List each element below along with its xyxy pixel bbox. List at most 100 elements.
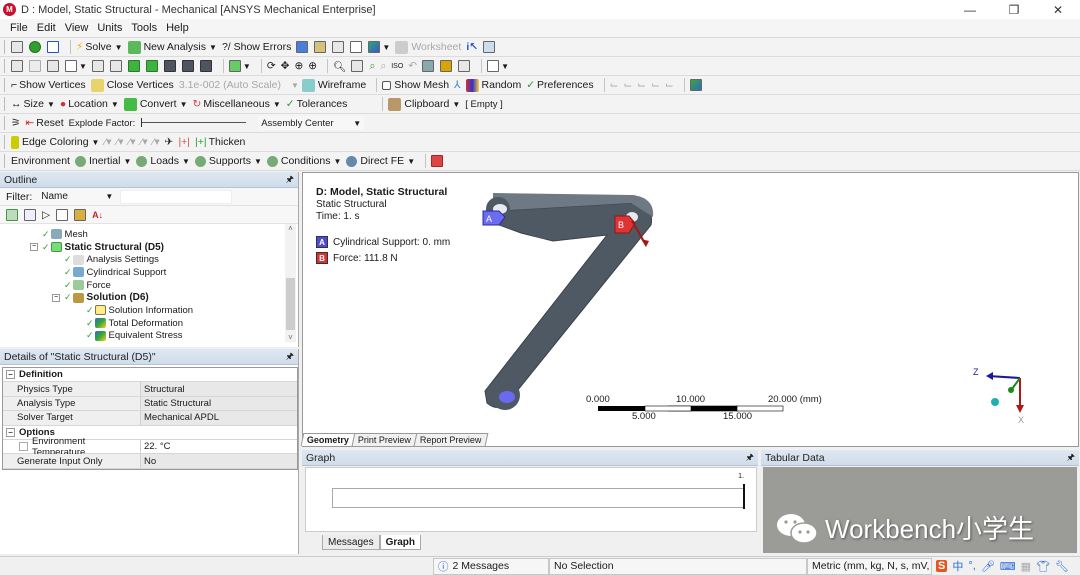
random-colors-button[interactable]: Random bbox=[465, 78, 521, 92]
expand-branch-icon[interactable]: ▷ bbox=[42, 209, 50, 221]
tree-item-cylindrical-support[interactable]: ✓ Cylindrical Support bbox=[0, 266, 298, 279]
supports-button[interactable]: Supports ▼ bbox=[194, 155, 262, 167]
solve-button[interactable]: ⚡ Solve ▼ bbox=[76, 41, 123, 53]
triad-display-icon[interactable]: ⅄ bbox=[454, 79, 460, 91]
tree-item-solution-information[interactable]: ✓ Solution Information bbox=[0, 304, 298, 317]
details-row-analysis-type[interactable]: Analysis Type Static Structural bbox=[3, 396, 297, 412]
time-marker[interactable] bbox=[743, 484, 745, 509]
pin-thick-icon[interactable]: ✈ bbox=[165, 136, 174, 148]
tree-item-analysis-settings[interactable]: ✓ Analysis Settings bbox=[0, 253, 298, 266]
outline-scrollbar[interactable]: ˄ ˅ bbox=[285, 224, 296, 342]
auto-scale-select[interactable]: 3.1e-002 (Auto Scale) ▼ bbox=[179, 79, 299, 91]
link-icon[interactable] bbox=[47, 41, 59, 53]
tree-item-static-structural[interactable]: − ✓ Static Structural (D5) bbox=[0, 241, 298, 254]
menu-help[interactable]: Help bbox=[166, 22, 189, 34]
collapse-icon[interactable]: − bbox=[52, 293, 60, 302]
toolbar-grip[interactable] bbox=[4, 135, 6, 149]
select-point-icon[interactable] bbox=[29, 60, 41, 72]
menu-file[interactable]: File bbox=[10, 22, 28, 34]
skin-icon[interactable]: 👕︎ bbox=[1036, 560, 1050, 573]
details-row-solver-target[interactable]: Solver Target Mechanical APDL bbox=[3, 411, 297, 426]
pin-icon[interactable]: 🖈︎ bbox=[746, 450, 754, 466]
chevron-down-icon[interactable]: ▼ bbox=[501, 62, 509, 71]
wireframe-button[interactable]: Wireframe bbox=[301, 78, 366, 92]
dimension-z-icon[interactable]: ⌙ bbox=[637, 79, 646, 91]
parameter-checkbox[interactable] bbox=[19, 442, 28, 452]
toolbar-grip[interactable] bbox=[4, 40, 6, 54]
tab-graph[interactable]: Graph bbox=[379, 535, 422, 550]
toolbar-grip[interactable] bbox=[4, 59, 6, 73]
refresh-icon[interactable] bbox=[6, 208, 18, 221]
pin-icon[interactable]: 🖈︎ bbox=[286, 172, 294, 188]
thicken-button[interactable]: |+| Thicken bbox=[195, 136, 245, 148]
filter-text-input[interactable] bbox=[120, 189, 233, 204]
select-face-icon[interactable] bbox=[127, 60, 140, 72]
magnifier-window-icon[interactable]: ⌕ bbox=[380, 60, 386, 73]
commands-icon[interactable] bbox=[431, 155, 444, 167]
tree-item-mesh[interactable]: ✓ Mesh bbox=[0, 228, 298, 241]
rotate-icon[interactable]: ⟳ bbox=[267, 60, 276, 72]
new-analysis-button[interactable]: New Analysis ▼ bbox=[127, 40, 217, 54]
details-row-generate-input-only[interactable]: Generate Input Only No bbox=[3, 454, 297, 469]
dimension-xy-icon[interactable]: ⌙ bbox=[651, 79, 660, 91]
close-button[interactable]: ✕ bbox=[1036, 0, 1080, 19]
show-mesh-button[interactable]: Show Mesh bbox=[382, 79, 449, 91]
reset-button[interactable]: ⇤ Reset bbox=[25, 117, 63, 129]
pin-icon[interactable]: 🖈︎ bbox=[286, 349, 294, 365]
select-coordinate-icon[interactable] bbox=[47, 60, 59, 72]
text-icon[interactable] bbox=[350, 41, 363, 53]
keyboard-icon[interactable]: ⌨ bbox=[1000, 560, 1016, 573]
expand-all-icon[interactable] bbox=[56, 208, 69, 221]
box-zoom-icon[interactable]: ⊕ bbox=[308, 60, 317, 72]
box-zoom-area-icon[interactable] bbox=[351, 60, 364, 72]
tab-messages[interactable]: Messages bbox=[322, 535, 380, 550]
scroll-up-icon[interactable]: ˄ bbox=[285, 224, 296, 233]
select-body-icon[interactable] bbox=[145, 60, 158, 72]
menu-edit[interactable]: Edit bbox=[37, 22, 56, 34]
zoom-to-fit-icon[interactable]: 🔍︎ bbox=[333, 60, 346, 73]
chevron-down-icon[interactable]: ▼ bbox=[382, 43, 390, 52]
viewports-icon[interactable] bbox=[487, 60, 500, 72]
chinese-mode-icon[interactable]: 中 bbox=[952, 558, 963, 574]
annotation-icon[interactable] bbox=[314, 41, 327, 53]
edge-style-1-icon[interactable]: ⁄▾ bbox=[117, 136, 124, 148]
tree-item-solution[interactable]: − ✓ Solution (D6) bbox=[0, 291, 298, 304]
chevron-down-icon[interactable]: ▼ bbox=[243, 62, 251, 71]
time-bar[interactable] bbox=[332, 484, 745, 509]
select-vertex-icon[interactable] bbox=[91, 60, 104, 72]
edge-coloring-button[interactable]: Edge Coloring ▼ bbox=[11, 135, 99, 149]
camera-icon[interactable] bbox=[440, 60, 453, 72]
microphone-icon[interactable]: 🎤︎ bbox=[981, 560, 995, 573]
conditions-button[interactable]: Conditions ▼ bbox=[266, 155, 341, 167]
direct-fe-button[interactable]: Direct FE ▼ bbox=[346, 155, 415, 167]
edge-style-0-icon[interactable]: ⁄▾ bbox=[104, 136, 111, 148]
filter-type-select[interactable]: Name ▼ bbox=[38, 190, 116, 204]
size-button[interactable]: ↔ Size ▼ bbox=[11, 98, 55, 110]
toolbar-grip[interactable] bbox=[4, 116, 6, 130]
details-row-environment-temperature[interactable]: Environment Temperature 22. °C bbox=[3, 436, 297, 458]
select-element-icon[interactable] bbox=[199, 60, 212, 72]
collapse-icon[interactable]: − bbox=[30, 243, 38, 252]
tree-item-total-deformation[interactable]: ✓ Total Deformation bbox=[0, 317, 298, 330]
convert-button[interactable]: Convert ▼ bbox=[123, 97, 188, 111]
dimension-free-icon[interactable]: ⌙ bbox=[665, 79, 674, 91]
sort-az-icon[interactable]: A↓ bbox=[92, 210, 103, 220]
select-node-icon[interactable] bbox=[163, 60, 176, 72]
toolbar-grip[interactable] bbox=[4, 78, 6, 92]
help-cube-icon[interactable] bbox=[689, 79, 702, 91]
previous-view-icon[interactable]: ↶ bbox=[408, 60, 417, 72]
restore-button[interactable]: ❐ bbox=[992, 0, 1036, 19]
chevron-down-icon[interactable]: ▼ bbox=[115, 43, 123, 52]
units-status[interactable]: Metric (mm, kg, N, s, mV, m bbox=[807, 557, 932, 575]
tolerances-button[interactable]: ✓ Tolerances bbox=[286, 98, 348, 110]
edge-style-4-icon[interactable]: ⁄▾ bbox=[153, 136, 160, 148]
command-prompt-icon[interactable] bbox=[11, 41, 23, 53]
tree-item-force[interactable]: ✓ Force bbox=[0, 279, 298, 292]
tab-geometry[interactable]: Geometry bbox=[300, 433, 356, 446]
dimension-y-icon[interactable]: ⌙ bbox=[623, 79, 632, 91]
collapse-icon[interactable]: − bbox=[6, 370, 15, 380]
dimension-x-icon[interactable]: ⌙ bbox=[610, 79, 619, 91]
details-group-definition[interactable]: − Definition bbox=[3, 368, 297, 383]
tag-icon[interactable] bbox=[483, 41, 496, 53]
hole-c[interactable] bbox=[499, 391, 515, 403]
